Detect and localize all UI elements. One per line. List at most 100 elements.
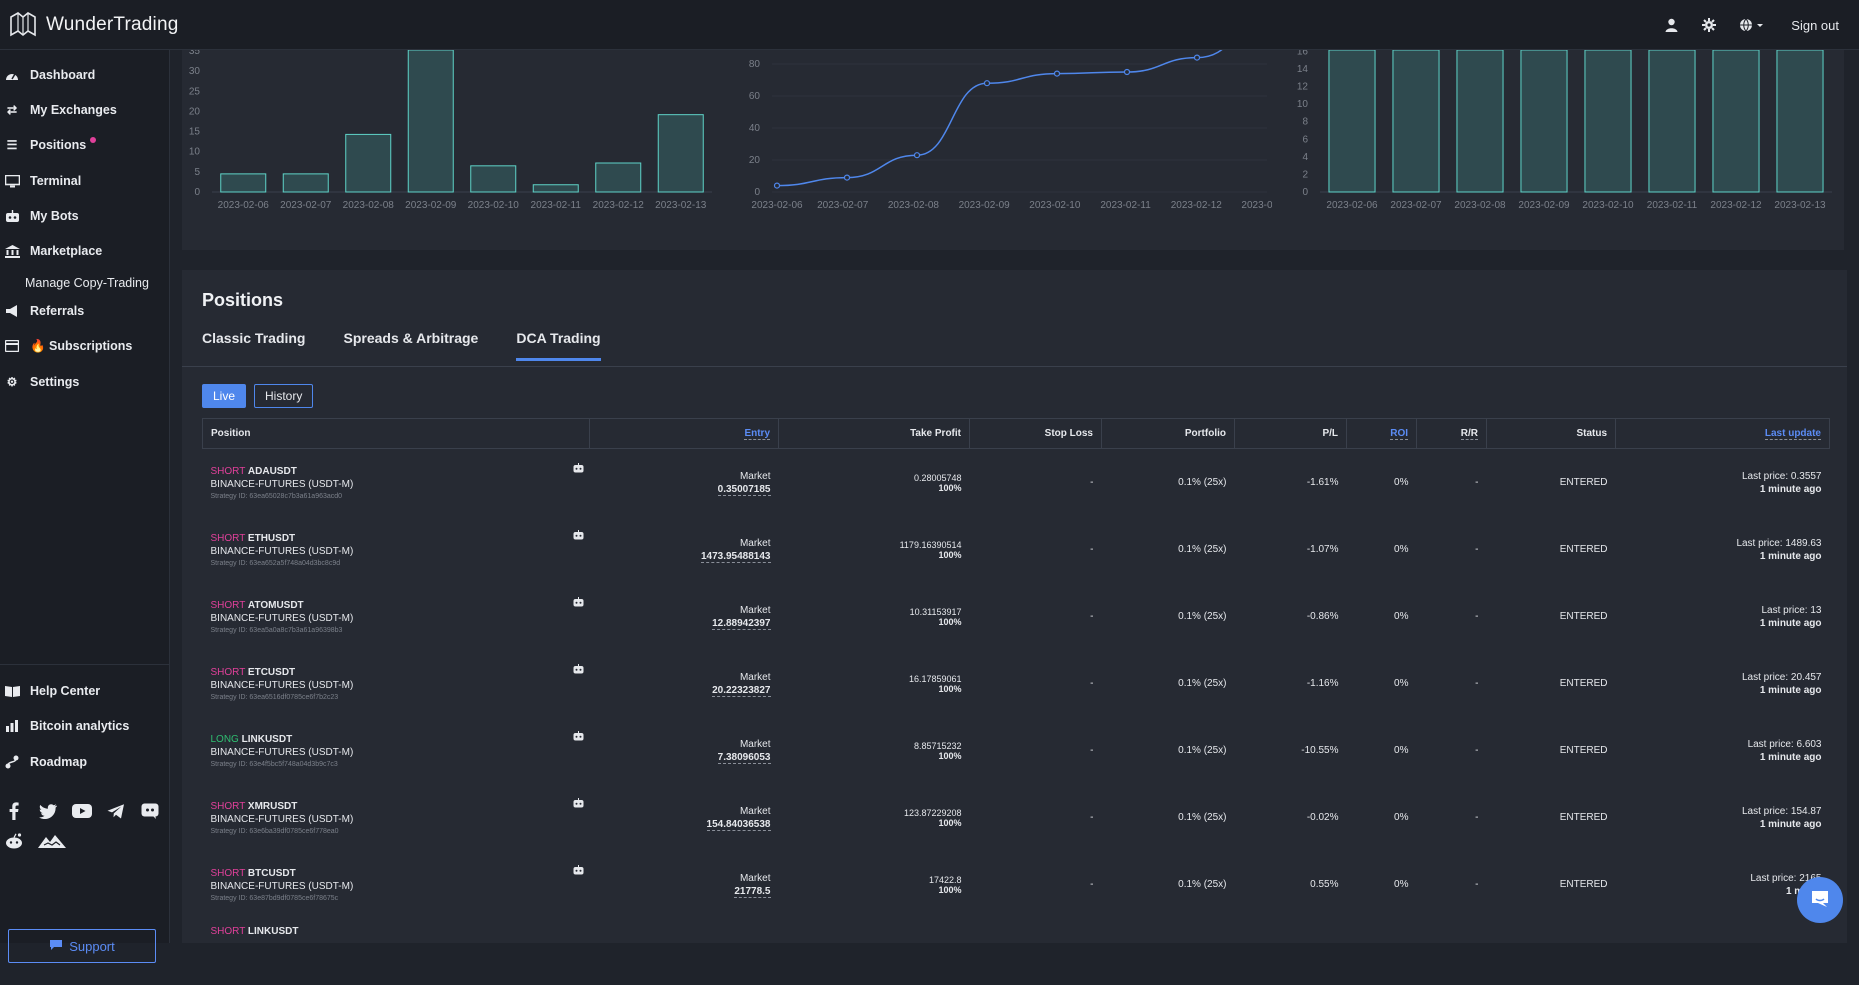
- table-row[interactable]: LONG LINKUSDTBINANCE-FUTURES (USDT-M)Str…: [203, 717, 1830, 784]
- col-portfolio[interactable]: Portfolio: [1102, 419, 1235, 449]
- sidebar-item-help-center[interactable]: Help Center: [0, 679, 100, 703]
- entry-price[interactable]: 1473.95488143: [701, 551, 771, 563]
- entry-price[interactable]: 21778.5: [734, 886, 770, 898]
- sign-out-link[interactable]: Sign out: [1791, 18, 1839, 33]
- entry-cell: Market154.84036538: [590, 784, 779, 851]
- sidebar-item-positions[interactable]: ☰ Positions: [0, 133, 96, 157]
- entry-price[interactable]: 20.22323827: [712, 685, 770, 697]
- facebook-icon[interactable]: [4, 802, 24, 820]
- discord-icon[interactable]: [140, 802, 160, 820]
- user-icon[interactable]: [1663, 17, 1679, 33]
- data-point: [1125, 70, 1130, 75]
- robot-icon[interactable]: [573, 731, 584, 744]
- entry-cell: Market1473.95488143: [590, 516, 779, 583]
- col-status[interactable]: Status: [1487, 419, 1616, 449]
- col-take-profit[interactable]: Take Profit: [779, 419, 970, 449]
- col-entry[interactable]: Entry: [590, 419, 779, 449]
- col-position[interactable]: Position: [203, 419, 590, 449]
- tab-dca-trading[interactable]: DCA Trading: [516, 330, 600, 361]
- robot-icon[interactable]: [573, 597, 584, 610]
- table-row[interactable]: SHORT ETCUSDTBINANCE-FUTURES (USDT-M)Str…: [203, 650, 1830, 717]
- bar: [471, 166, 516, 192]
- sidebar-item-manage-copy-trading[interactable]: Manage Copy-Trading: [25, 276, 149, 290]
- positions-title: Positions: [202, 290, 283, 311]
- positions-table: Position Entry Take Profit Stop Loss Por…: [202, 418, 1830, 985]
- x-tick-label: 2023-02-09: [1518, 200, 1570, 211]
- col-rr[interactable]: R/R: [1417, 419, 1487, 449]
- col-last-update-label: Last update: [1765, 428, 1821, 440]
- robot-icon[interactable]: [573, 463, 584, 476]
- roi-cell: 0%: [1347, 717, 1417, 784]
- chat-widget-button[interactable]: [1797, 877, 1843, 923]
- robot-icon[interactable]: [573, 798, 584, 811]
- reddit-icon[interactable]: [4, 832, 24, 850]
- entry-cell: Market 21778.5: [590, 851, 779, 918]
- entry-price[interactable]: 7.38096053: [718, 752, 771, 764]
- tab-spreads-arbitrage[interactable]: Spreads & Arbitrage: [343, 330, 478, 361]
- entry-type: Market: [598, 873, 771, 884]
- exchange-label: BINANCE-FUTURES (USDT-M): [211, 613, 582, 624]
- line-chart: 0204060802023-02-062023-02-072023-02-082…: [742, 50, 1272, 250]
- table-row[interactable]: SHORT BTCUSDTBINANCE-FUTURES (USDT-M)Str…: [203, 851, 1830, 918]
- table-row[interactable]: SHORT ADAUSDTBINANCE-FUTURES (USDT-M)Str…: [203, 449, 1830, 517]
- tab-classic-trading[interactable]: Classic Trading: [202, 330, 305, 361]
- y-tick-label: 14: [1297, 64, 1309, 75]
- sidebar-item-dashboard[interactable]: Dashboard: [0, 63, 95, 87]
- bar: [408, 50, 453, 192]
- telegram-icon[interactable]: [106, 802, 126, 820]
- col-roi[interactable]: ROI: [1347, 419, 1417, 449]
- robot-icon[interactable]: [573, 664, 584, 677]
- table-row[interactable]: SHORT ETHUSDTBINANCE-FUTURES (USDT-M)Str…: [203, 516, 1830, 583]
- col-last-update[interactable]: Last update: [1616, 419, 1830, 449]
- pl-cell: -1.16%: [1235, 650, 1347, 717]
- sidebar-label: Terminal: [30, 174, 81, 188]
- table-row[interactable]: SHORT ATOMUSDTBINANCE-FUTURES (USDT-M)St…: [203, 583, 1830, 650]
- top-bar: WunderTrading Sign out: [0, 0, 1859, 50]
- symbol-label: XMRUSDT: [248, 801, 297, 812]
- entry-price[interactable]: 0.35007185: [718, 484, 771, 496]
- sidebar-label: Roadmap: [30, 755, 87, 769]
- sidebar-item-subscriptions[interactable]: 🔥 Subscriptions: [0, 334, 132, 358]
- sidebar-item-roadmap[interactable]: Roadmap: [0, 750, 87, 774]
- sidebar-item-marketplace[interactable]: Marketplace: [0, 239, 102, 263]
- portfolio-cell: 0.1% (25x): [1102, 717, 1235, 784]
- portfolio-cell: 0.1% (25x): [1102, 583, 1235, 650]
- brand-logo[interactable]: WunderTrading: [8, 10, 179, 40]
- sidebar-item-terminal[interactable]: Terminal: [0, 169, 81, 193]
- entry-cell: Market0.35007185: [590, 449, 779, 517]
- time-ago: 1 minute ago: [1624, 752, 1822, 763]
- robot-icon[interactable]: [573, 865, 584, 878]
- youtube-icon[interactable]: [72, 802, 92, 820]
- tp-percent: 100%: [787, 550, 962, 560]
- table-row[interactable]: SHORT LINKUSDT: [203, 918, 1830, 985]
- tp-price: 17422.8: [787, 875, 962, 885]
- entry-price[interactable]: 154.84036538: [707, 819, 771, 831]
- live-button[interactable]: Live: [202, 384, 246, 408]
- sidebar-label: Bitcoin analytics: [30, 719, 129, 733]
- settings-icon[interactable]: [1701, 17, 1717, 33]
- history-button[interactable]: History: [254, 384, 313, 408]
- twitter-icon[interactable]: [38, 802, 58, 820]
- entry-price[interactable]: 12.88942397: [712, 618, 770, 630]
- robot-icon[interactable]: [573, 530, 584, 543]
- sidebar-item-bitcoin-analytics[interactable]: Bitcoin analytics: [0, 714, 129, 738]
- tp-percent: 100%: [787, 684, 962, 694]
- mountain-icon[interactable]: [38, 832, 66, 850]
- sidebar-item-settings[interactable]: ⚙ Settings: [0, 370, 79, 394]
- col-pl[interactable]: P/L: [1235, 419, 1347, 449]
- take-profit-cell: 0.28005748100%: [779, 449, 970, 517]
- support-button[interactable]: Support: [8, 929, 156, 963]
- tp-price: 8.85715232: [787, 741, 962, 751]
- roi-cell: 0%: [1347, 851, 1417, 918]
- bar: [1521, 50, 1567, 192]
- table-row[interactable]: SHORT XMRUSDTBINANCE-FUTURES (USDT-M)Str…: [203, 784, 1830, 851]
- sidebar-item-referrals[interactable]: Referrals: [0, 299, 84, 323]
- strategy-id: Strategy ID: 63ea5a0a8c7b3a61a96398b3: [211, 627, 582, 634]
- globe-icon[interactable]: [1739, 17, 1765, 33]
- last-update-cell: Last price: 154.871 minute ago: [1616, 784, 1830, 851]
- portfolio-cell: 0.1% (25x): [1102, 851, 1235, 918]
- sidebar-item-my-bots[interactable]: My Bots: [0, 204, 79, 228]
- col-stop-loss[interactable]: Stop Loss: [970, 419, 1102, 449]
- sidebar-item-my-exchanges[interactable]: ⇄ My Exchanges: [0, 98, 117, 122]
- last-price: Last price: 13: [1624, 605, 1822, 616]
